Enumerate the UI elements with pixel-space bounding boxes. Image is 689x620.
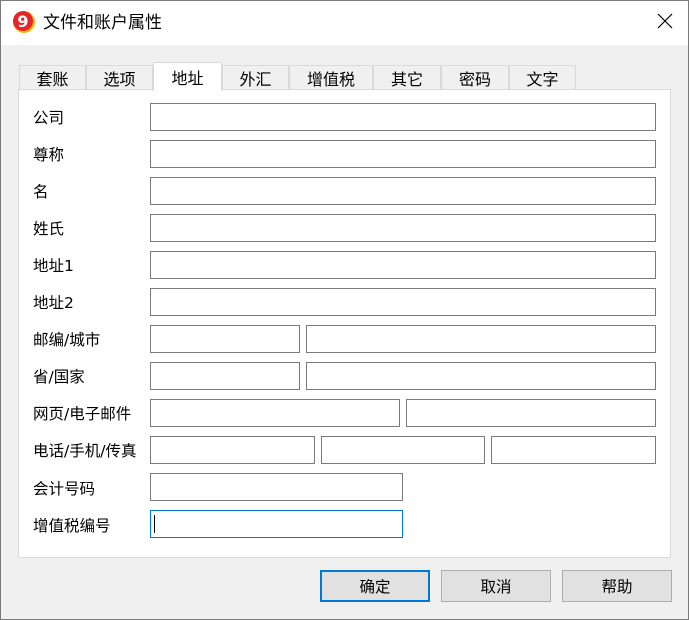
company-field[interactable] [150, 103, 656, 131]
salutation-field[interactable] [150, 140, 656, 168]
cancel-button[interactable]: 取消 [441, 570, 551, 602]
title-bar: 9 文件和账户属性 [1, 1, 688, 45]
postcode-field[interactable] [150, 325, 300, 353]
close-icon [657, 13, 673, 33]
tab-ledger[interactable]: 套账 [19, 65, 86, 89]
mobile-field[interactable] [321, 436, 485, 464]
address2-field[interactable] [150, 288, 656, 316]
web-field[interactable] [150, 399, 400, 427]
ok-button[interactable]: 确定 [320, 570, 430, 602]
first-name-label: 名 [33, 183, 49, 201]
first-name-field[interactable] [150, 177, 656, 205]
company-label: 公司 [33, 109, 65, 127]
fax-field[interactable] [491, 436, 656, 464]
address1-label: 地址1 [33, 257, 74, 275]
address2-label: 地址2 [33, 294, 74, 312]
tab-address[interactable]: 地址 [153, 62, 222, 91]
tab-vat[interactable]: 增值税 [289, 65, 373, 89]
tab-options[interactable]: 选项 [86, 65, 153, 89]
accounting-number-label: 会计号码 [33, 480, 96, 498]
phone-mobile-fax-label: 电话/手机/传真 [33, 442, 137, 460]
web-email-label: 网页/电子邮件 [33, 405, 132, 423]
country-field[interactable] [306, 362, 656, 390]
province-country-label: 省/国家 [33, 368, 85, 386]
last-name-label: 姓氏 [33, 220, 65, 238]
tab-text[interactable]: 文字 [509, 65, 576, 89]
close-button[interactable] [642, 1, 688, 45]
vat-number-field[interactable] [150, 510, 403, 538]
help-button[interactable]: 帮助 [562, 570, 672, 602]
address-panel: 公司 尊称 名 姓氏 地址1 地址2 邮编/城市 省/国家 网页/电子邮件 电话… [18, 89, 671, 558]
last-name-field[interactable] [150, 214, 656, 242]
svg-text:9: 9 [17, 12, 28, 31]
accounting-number-field[interactable] [150, 473, 403, 501]
app-logo-icon: 9 [12, 10, 36, 34]
window-title: 文件和账户属性 [43, 13, 162, 33]
email-field[interactable] [406, 399, 656, 427]
city-field[interactable] [306, 325, 656, 353]
text-caret [154, 515, 155, 533]
tab-other[interactable]: 其它 [373, 65, 441, 89]
phone-field[interactable] [150, 436, 315, 464]
salutation-label: 尊称 [33, 146, 65, 164]
postcode-city-label: 邮编/城市 [33, 331, 101, 349]
vat-number-label: 增值税编号 [33, 517, 111, 535]
dialog-window: 9 文件和账户属性 套账 选项 地址 外汇 增值税 其它 密码 文字 公司 尊称… [0, 0, 689, 620]
tab-password[interactable]: 密码 [441, 65, 509, 89]
province-field[interactable] [150, 362, 300, 390]
tab-foreign-exchange[interactable]: 外汇 [222, 65, 289, 89]
address1-field[interactable] [150, 251, 656, 279]
